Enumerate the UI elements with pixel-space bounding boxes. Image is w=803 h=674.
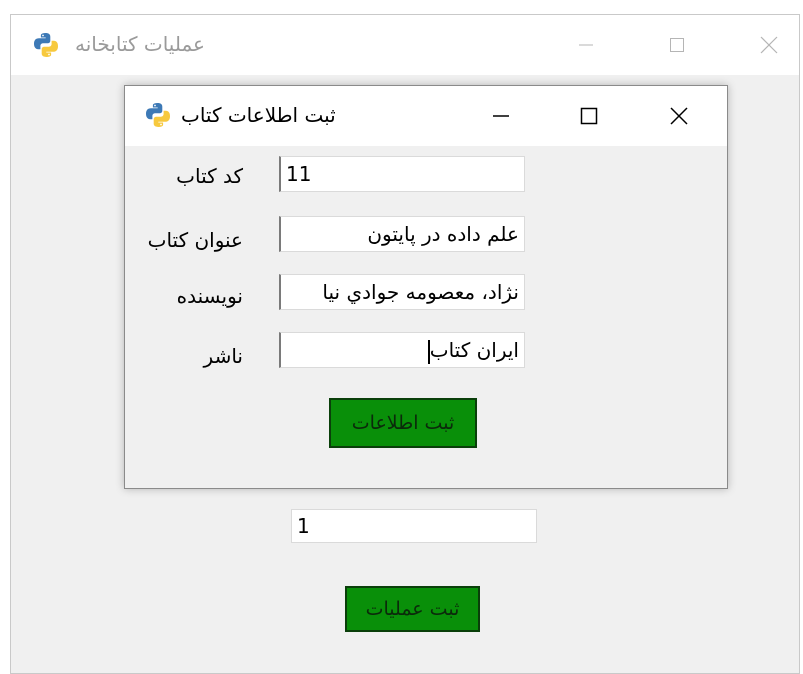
main-maximize-button[interactable]	[629, 15, 725, 75]
publisher-value: ایران کتاب	[429, 338, 519, 362]
close-icon	[760, 36, 778, 54]
main-titlebar: عملیات کتابخانه	[11, 15, 799, 75]
python-icon	[33, 32, 59, 58]
submit-operation-button[interactable]: ثبت عملیات	[345, 586, 480, 632]
main-minimize-button[interactable]	[538, 15, 634, 75]
minimize-icon	[493, 115, 509, 117]
field-label-book-code: کد کتاب	[176, 164, 243, 188]
book-code-input[interactable]: 11	[279, 156, 525, 192]
field-label-author: نویسنده	[176, 284, 243, 308]
submit-book-info-button[interactable]: ثبت اطلاعات	[329, 398, 477, 448]
field-label-publisher: ناشر	[203, 344, 243, 368]
main-close-button[interactable]	[721, 15, 803, 75]
field-label-book-title: عنوان کتاب	[147, 228, 243, 252]
dialog-title: ثبت اطلاعات کتاب	[181, 103, 336, 127]
maximize-icon	[670, 38, 684, 52]
minimize-icon	[579, 44, 593, 46]
book-info-dialog: ثبت اطلاعات کتاب کد کتاب 11 عنوان کتاب ع…	[124, 85, 728, 489]
dialog-maximize-button[interactable]	[545, 86, 633, 146]
author-input[interactable]: نژاد، معصومه جوادي نیا	[279, 274, 525, 310]
main-window-title: عملیات کتابخانه	[75, 32, 205, 56]
python-icon	[145, 102, 171, 128]
close-icon	[670, 107, 688, 125]
dialog-close-button[interactable]	[635, 86, 723, 146]
publisher-input[interactable]: ایران کتاب	[279, 332, 525, 368]
dialog-minimize-button[interactable]	[457, 86, 545, 146]
dialog-titlebar: ثبت اطلاعات کتاب	[125, 86, 727, 146]
book-title-input[interactable]: علم داده در پایتون	[279, 216, 525, 252]
maximize-icon	[580, 107, 598, 125]
operation-input[interactable]: 1	[291, 509, 537, 543]
